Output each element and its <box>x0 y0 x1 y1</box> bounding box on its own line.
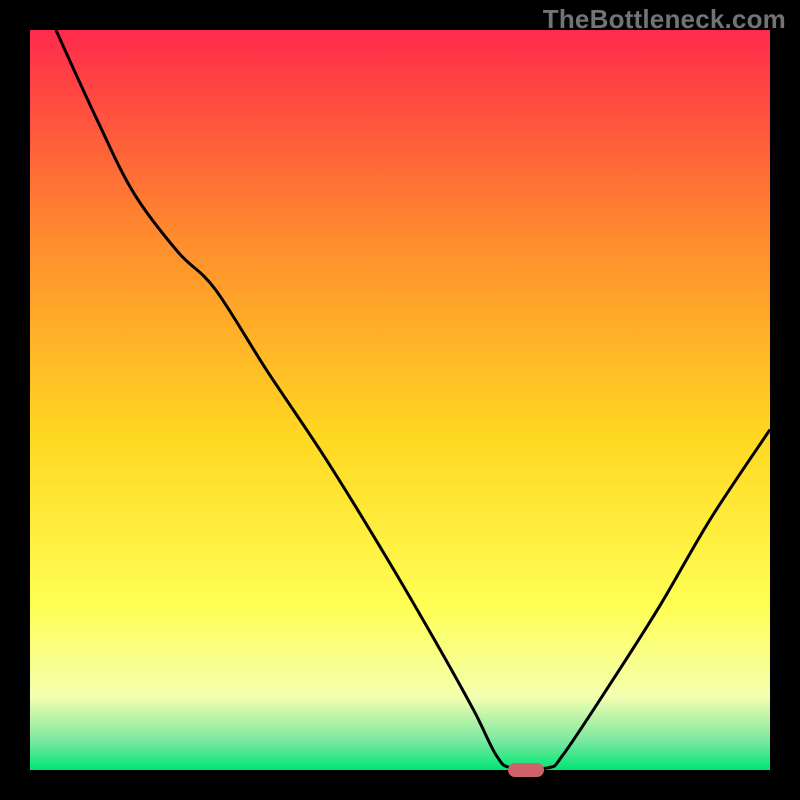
chart-canvas <box>30 30 770 770</box>
optimum-marker <box>508 763 544 777</box>
gradient-background <box>30 30 770 770</box>
plot-area <box>30 30 770 770</box>
chart-stage: TheBottleneck.com <box>0 0 800 800</box>
